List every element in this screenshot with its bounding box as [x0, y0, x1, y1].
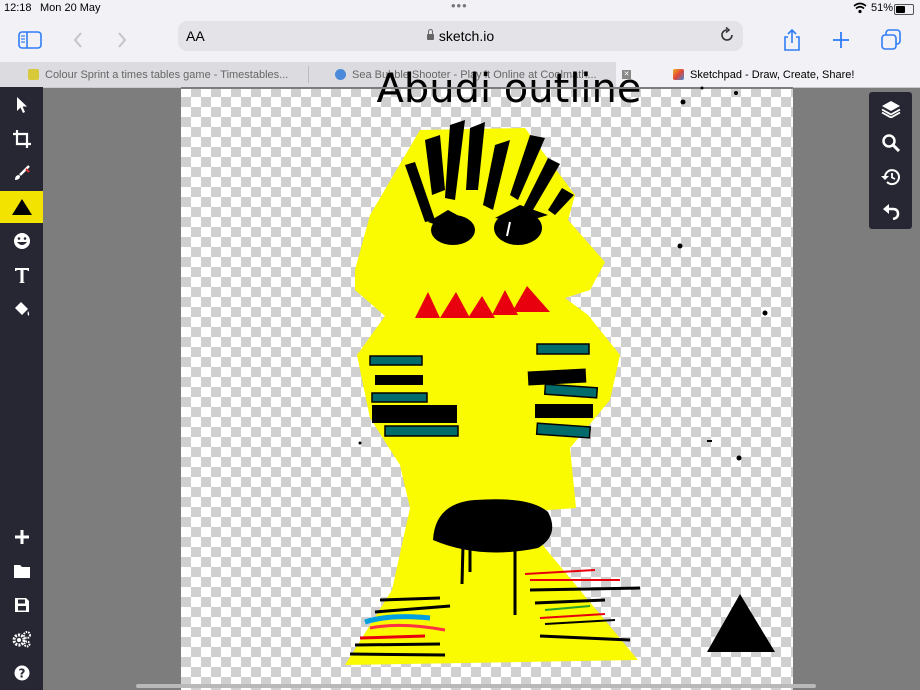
- triangle-icon: [11, 199, 32, 215]
- question-icon: ?: [14, 665, 29, 681]
- history-button[interactable]: [875, 162, 906, 192]
- open-button[interactable]: [0, 555, 43, 587]
- brush-tool-button[interactable]: [0, 157, 43, 189]
- undo-button[interactable]: [875, 196, 906, 226]
- new-button[interactable]: [0, 521, 43, 553]
- layers-button[interactable]: [875, 94, 906, 124]
- crop-tool-button[interactable]: [0, 123, 43, 155]
- horizontal-scroll-indicator[interactable]: [136, 684, 816, 688]
- layers-icon: [881, 101, 900, 118]
- floppy-disk-icon: [14, 598, 29, 612]
- undo-icon: [882, 204, 899, 220]
- left-toolbar: ?: [0, 87, 43, 690]
- search-icon: [881, 134, 900, 152]
- plus-icon: [14, 530, 29, 544]
- crop-icon: [12, 130, 31, 148]
- artwork: Abudi outline: [181, 66, 793, 665]
- svg-text:?: ?: [18, 667, 25, 681]
- brush-icon: [14, 165, 30, 180]
- save-button[interactable]: [0, 589, 43, 621]
- folder-icon: [13, 565, 30, 578]
- select-tool-button[interactable]: [0, 89, 43, 121]
- shape-tool-button[interactable]: [0, 191, 43, 223]
- text-tool-button[interactable]: [0, 259, 43, 291]
- paint-bucket-icon: [14, 302, 29, 316]
- triangle-shape: [707, 594, 775, 652]
- cursor-arrow-icon: [16, 97, 27, 113]
- right-toolbar: [869, 92, 912, 229]
- smiley-icon: [13, 233, 30, 249]
- history-icon: [880, 169, 900, 186]
- gears-icon: [12, 631, 31, 648]
- zoom-button[interactable]: [875, 128, 906, 158]
- fill-tool-button[interactable]: [0, 293, 43, 325]
- help-button[interactable]: ?: [0, 657, 43, 689]
- text-t-icon: [14, 268, 29, 283]
- settings-button[interactable]: [0, 623, 43, 655]
- sticker-tool-button[interactable]: [0, 225, 43, 257]
